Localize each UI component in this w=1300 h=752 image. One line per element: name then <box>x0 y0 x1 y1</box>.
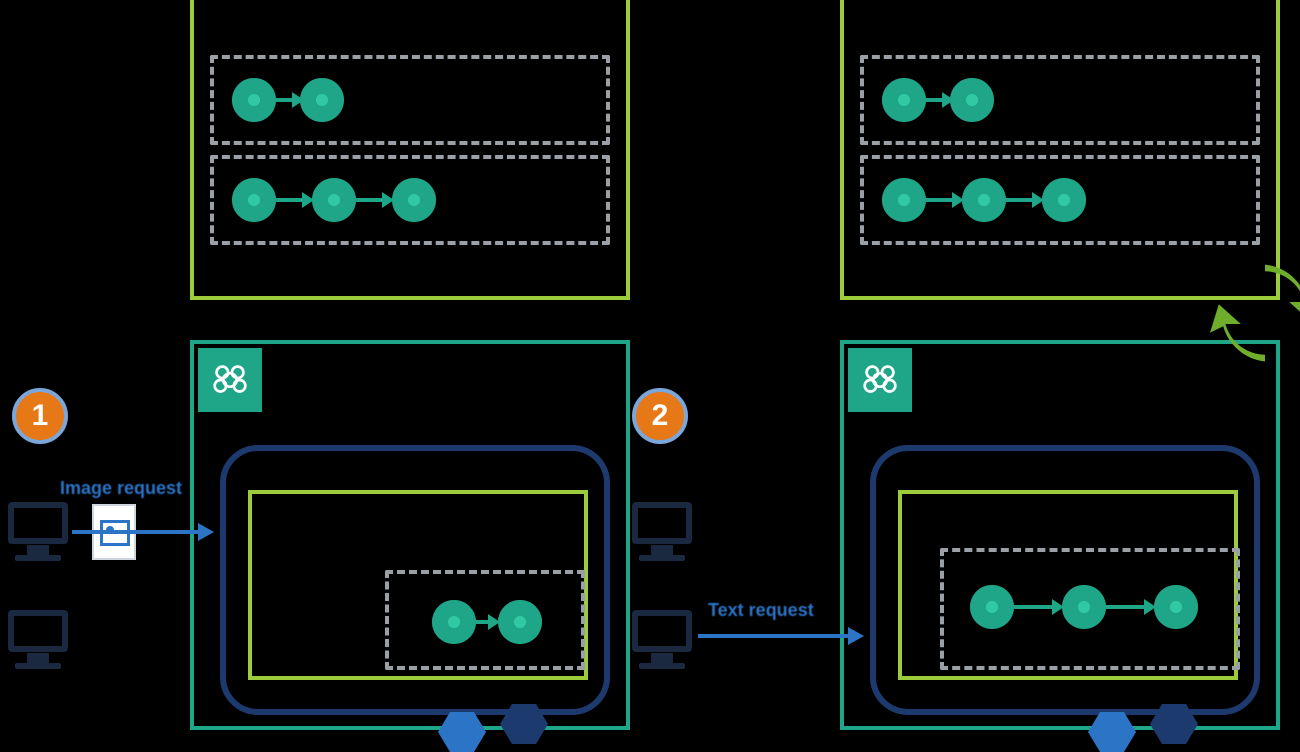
model-node-icon <box>882 178 926 222</box>
model-node-icon <box>970 585 1014 629</box>
model-node-icon <box>962 178 1006 222</box>
arrow-icon <box>848 627 864 645</box>
model-node-icon <box>882 78 926 122</box>
brain-icon <box>848 348 912 412</box>
model-node-icon <box>392 178 436 222</box>
model-registry-box <box>840 0 1280 300</box>
model-node-icon <box>232 178 276 222</box>
image-request-label: Image request <box>60 478 182 499</box>
model-node-icon <box>1042 178 1086 222</box>
request-arrow <box>72 530 198 534</box>
pipeline-link <box>1106 605 1146 609</box>
client-computer-icon <box>8 502 68 557</box>
pipeline-link <box>276 198 304 202</box>
pipeline-link <box>926 198 954 202</box>
step-badge-2: 2 <box>632 388 688 444</box>
request-arrow <box>698 634 848 638</box>
model-node-icon <box>498 600 542 644</box>
pipeline-link <box>356 198 384 202</box>
model-node-icon <box>312 178 356 222</box>
client-computer-icon <box>632 610 692 665</box>
panel-step-2: 2 Text request <box>650 0 1300 731</box>
model-node-icon <box>1062 585 1106 629</box>
model-registry-box <box>190 0 630 300</box>
client-computer-icon <box>632 502 692 557</box>
step-badge-1: 1 <box>12 388 68 444</box>
model-node-icon <box>232 78 276 122</box>
step-number: 2 <box>652 399 669 433</box>
panel-step-1: 1 Image request <box>0 0 650 731</box>
model-node-icon <box>432 600 476 644</box>
client-computer-icon <box>8 610 68 665</box>
text-request-label: Text request <box>708 600 814 621</box>
model-node-icon <box>300 78 344 122</box>
refresh-arrows-icon <box>1210 258 1300 368</box>
pipeline-link <box>1006 198 1034 202</box>
step-number: 1 <box>32 399 49 433</box>
model-node-icon <box>950 78 994 122</box>
brain-icon <box>198 348 262 412</box>
model-node-icon <box>1154 585 1198 629</box>
pipeline-link <box>1014 605 1054 609</box>
arrow-icon <box>198 523 214 541</box>
